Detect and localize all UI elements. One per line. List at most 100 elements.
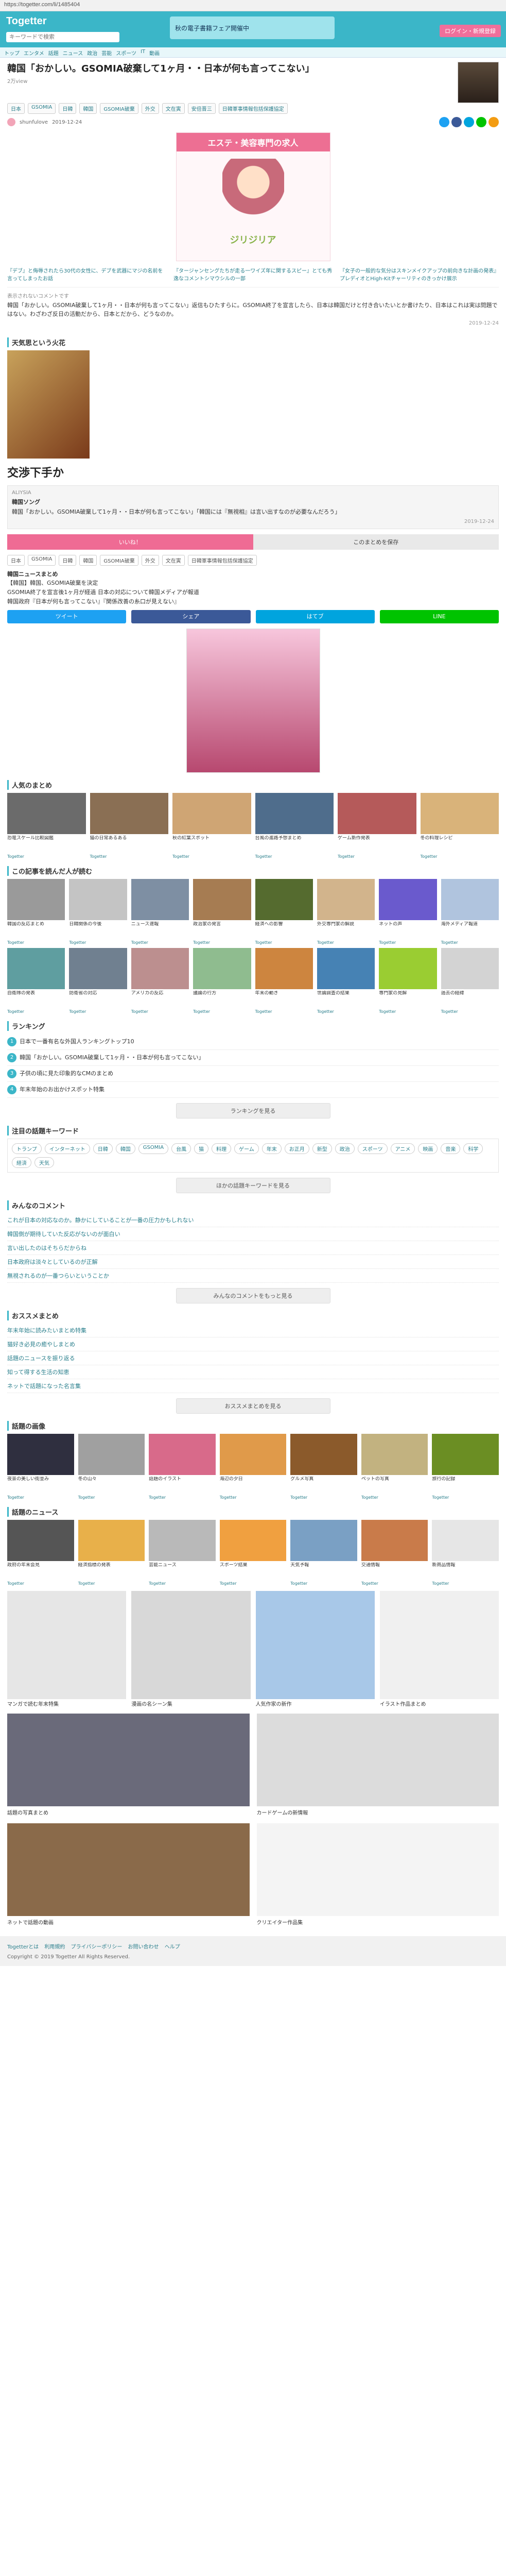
nav-item[interactable]: エンタメ (24, 49, 44, 57)
user-comment[interactable]: これが日本の対応なのか。静かにしていることが一番の圧力かもしれない (7, 1213, 499, 1228)
feature-card[interactable]: 漫画の名シーン集 (131, 1591, 251, 1708)
news-card[interactable]: 新商品情報 Togetter (432, 1520, 499, 1586)
nav-item[interactable]: IT (141, 49, 145, 56)
nav-item[interactable]: スポーツ (116, 49, 136, 57)
recommend-card[interactable]: 経済への影響 Togetter (255, 879, 313, 945)
facebook-icon[interactable] (451, 117, 462, 128)
recommend-card[interactable]: 防衛省の対応 Togetter (69, 948, 127, 1014)
keyword[interactable]: 経済 (12, 1157, 31, 1168)
ranking-item[interactable]: 4 年末年始のお出かけスポット特集 (7, 1082, 499, 1098)
comments-more-button[interactable]: みんなのコメントをもっと見る (176, 1288, 330, 1304)
image-card[interactable]: 話題のイラスト Togetter (149, 1434, 216, 1500)
keyword[interactable]: インターネット (44, 1143, 90, 1155)
tag[interactable]: 文在寅 (162, 103, 185, 114)
feature-card[interactable]: イラスト作品まとめ (379, 1591, 499, 1708)
feature-card[interactable]: 人気作家の新作 (255, 1591, 375, 1708)
reply-user[interactable]: ALIYSIA (12, 490, 494, 496)
popular-card[interactable]: 恐竜スケール比較図鑑 Togetter (7, 793, 86, 859)
line-button[interactable]: LINE (379, 610, 499, 624)
site-logo[interactable]: Togetter (6, 15, 47, 27)
pair-card[interactable]: クリエイター作品集 (256, 1823, 499, 1926)
popular-card[interactable]: 秋の紅葉スポット Togetter (172, 793, 251, 859)
keyword[interactable]: 韓国 (115, 1143, 135, 1155)
tag[interactable]: 日韓軍事情報包括保護協定 (218, 103, 288, 114)
nav-item[interactable]: ニュース (63, 49, 83, 57)
popular-card[interactable]: 猫の日常あるある Togetter (90, 793, 168, 859)
book-cover[interactable] (7, 350, 90, 459)
recommend-card[interactable]: 過去の経緯 Togetter (441, 948, 499, 1014)
nav-item[interactable]: 動画 (149, 49, 160, 57)
image-card[interactable]: 旅行の記録 Togetter (432, 1434, 499, 1500)
keyword[interactable]: 料理 (212, 1143, 232, 1155)
recommend-card[interactable]: ネットの声 Togetter (379, 879, 437, 945)
matome-item[interactable]: 猫好き必見の癒やしまとめ (7, 1337, 499, 1352)
news-card[interactable]: 経済指標の発表 Togetter (78, 1520, 145, 1586)
tag[interactable]: 日韓 (59, 103, 77, 114)
user-comment[interactable]: 日本政府は淡々としているのが正解 (7, 1255, 499, 1269)
keyword[interactable]: スポーツ (357, 1143, 388, 1155)
recommend-card[interactable]: 世論調査の結果 Togetter (317, 948, 375, 1014)
recommend-card[interactable]: ニュース速報 Togetter (131, 879, 189, 945)
keyword[interactable]: 台風 (171, 1143, 191, 1155)
hatena-button[interactable]: はてブ (255, 610, 375, 624)
footer-link[interactable]: Togetterとは (7, 1944, 39, 1950)
footer-link[interactable]: 利用規約 (44, 1944, 65, 1950)
news-card[interactable]: スポーツ結果 Togetter (219, 1520, 287, 1586)
pocket-icon[interactable] (488, 117, 499, 128)
news-card[interactable]: 政府の年末会見 Togetter (7, 1520, 74, 1586)
nav-item[interactable]: 政治 (87, 49, 97, 57)
recommend-card[interactable]: 専門家の見解 Togetter (379, 948, 437, 1014)
like-button[interactable]: いいね！ (7, 534, 253, 550)
ranking-item[interactable]: 1 日本で一番有名な外国人ランキングトップ10 (7, 1034, 499, 1050)
article-thumbnail[interactable] (458, 62, 499, 103)
keyword[interactable]: 政治 (335, 1143, 355, 1155)
tweet-button[interactable]: ツイート (7, 610, 127, 624)
ad-banner[interactable]: エステ・美容専門の求人 ジリジリア (176, 132, 330, 262)
related-link[interactable]: 『女子の一般的な気分はスキンメイクアップの前向きな計画の発表』プレディオとHig… (340, 266, 499, 282)
keyword[interactable]: 年末 (261, 1143, 282, 1155)
twitter-icon[interactable] (439, 117, 449, 128)
footer-link[interactable]: プライバシーポリシー (71, 1944, 123, 1950)
news-card[interactable]: 芸能ニュース Togetter (149, 1520, 216, 1586)
keyword[interactable]: トランプ (12, 1143, 42, 1155)
nav-item[interactable]: 芸能 (101, 49, 112, 57)
chip[interactable]: 文在寅 (162, 554, 185, 566)
keyword[interactable]: 科学 (463, 1143, 483, 1155)
tag[interactable]: GSOMIA (28, 103, 56, 114)
related-link[interactable]: 『タージャンセングたちが走る一ワイズ年に関するスピー』とても秀逸なコメントシマウ… (173, 266, 333, 282)
image-card[interactable]: グルメ写真 Togetter (290, 1434, 357, 1500)
pair-card[interactable]: カードゲームの新情報 (256, 1714, 499, 1816)
image-card[interactable]: 冬の山々 Togetter (78, 1434, 145, 1500)
tag[interactable]: 外交 (141, 103, 159, 114)
keyword[interactable]: ゲーム (234, 1143, 259, 1155)
recommend-card[interactable]: アメリカの反応 Togetter (131, 948, 189, 1014)
matome-item[interactable]: 年末年始に読みたいまとめ特集 (7, 1324, 499, 1338)
featured-image[interactable] (186, 629, 320, 773)
recommend-card[interactable]: 自衛隊の発表 Togetter (7, 948, 65, 1014)
related-link[interactable]: 『デブ』と侮辱されたら30代の女性に、デブを武器にマジの名前を言ってしまったお話 (7, 266, 166, 282)
search-input[interactable] (6, 32, 119, 42)
chip[interactable]: 外交 (141, 554, 159, 566)
chip[interactable]: 韓国 (79, 554, 97, 566)
header-banner[interactable]: 秋の電子書籍フェア開催中 (170, 16, 335, 39)
recommend-card[interactable]: 議論の行方 Togetter (193, 948, 251, 1014)
matome-more-button[interactable]: おススメまとめを見る (176, 1398, 330, 1414)
hatena-icon[interactable] (464, 117, 474, 128)
line-icon[interactable] (476, 117, 486, 128)
url-bar[interactable]: https://togetter.com/li/1485404 (0, 0, 506, 11)
ranking-item[interactable]: 3 子供の頃に見た印象的なCMのまとめ (7, 1066, 499, 1082)
popular-card[interactable]: 冬の料理レシピ Togetter (420, 793, 499, 859)
recommend-card[interactable]: 韓国の反応まとめ Togetter (7, 879, 65, 945)
chip[interactable]: GSOMIA (28, 554, 56, 566)
facebook-share-button[interactable]: シェア (131, 610, 251, 624)
keyword[interactable]: 新型 (312, 1143, 332, 1155)
ranking-more-button[interactable]: ランキングを見る (176, 1103, 330, 1119)
tag[interactable]: 安倍晋三 (187, 103, 216, 114)
user-comment[interactable]: 無視されるのが一番つらいということか (7, 1269, 499, 1283)
nav-item[interactable]: 話題 (48, 49, 59, 57)
keyword[interactable]: 猫 (194, 1143, 209, 1155)
keyword[interactable]: 天気 (34, 1157, 54, 1168)
recommend-card[interactable]: 政治家の発言 Togetter (193, 879, 251, 945)
keyword[interactable]: 映画 (418, 1143, 438, 1155)
login-button[interactable]: ログイン・新規登録 (440, 25, 501, 37)
